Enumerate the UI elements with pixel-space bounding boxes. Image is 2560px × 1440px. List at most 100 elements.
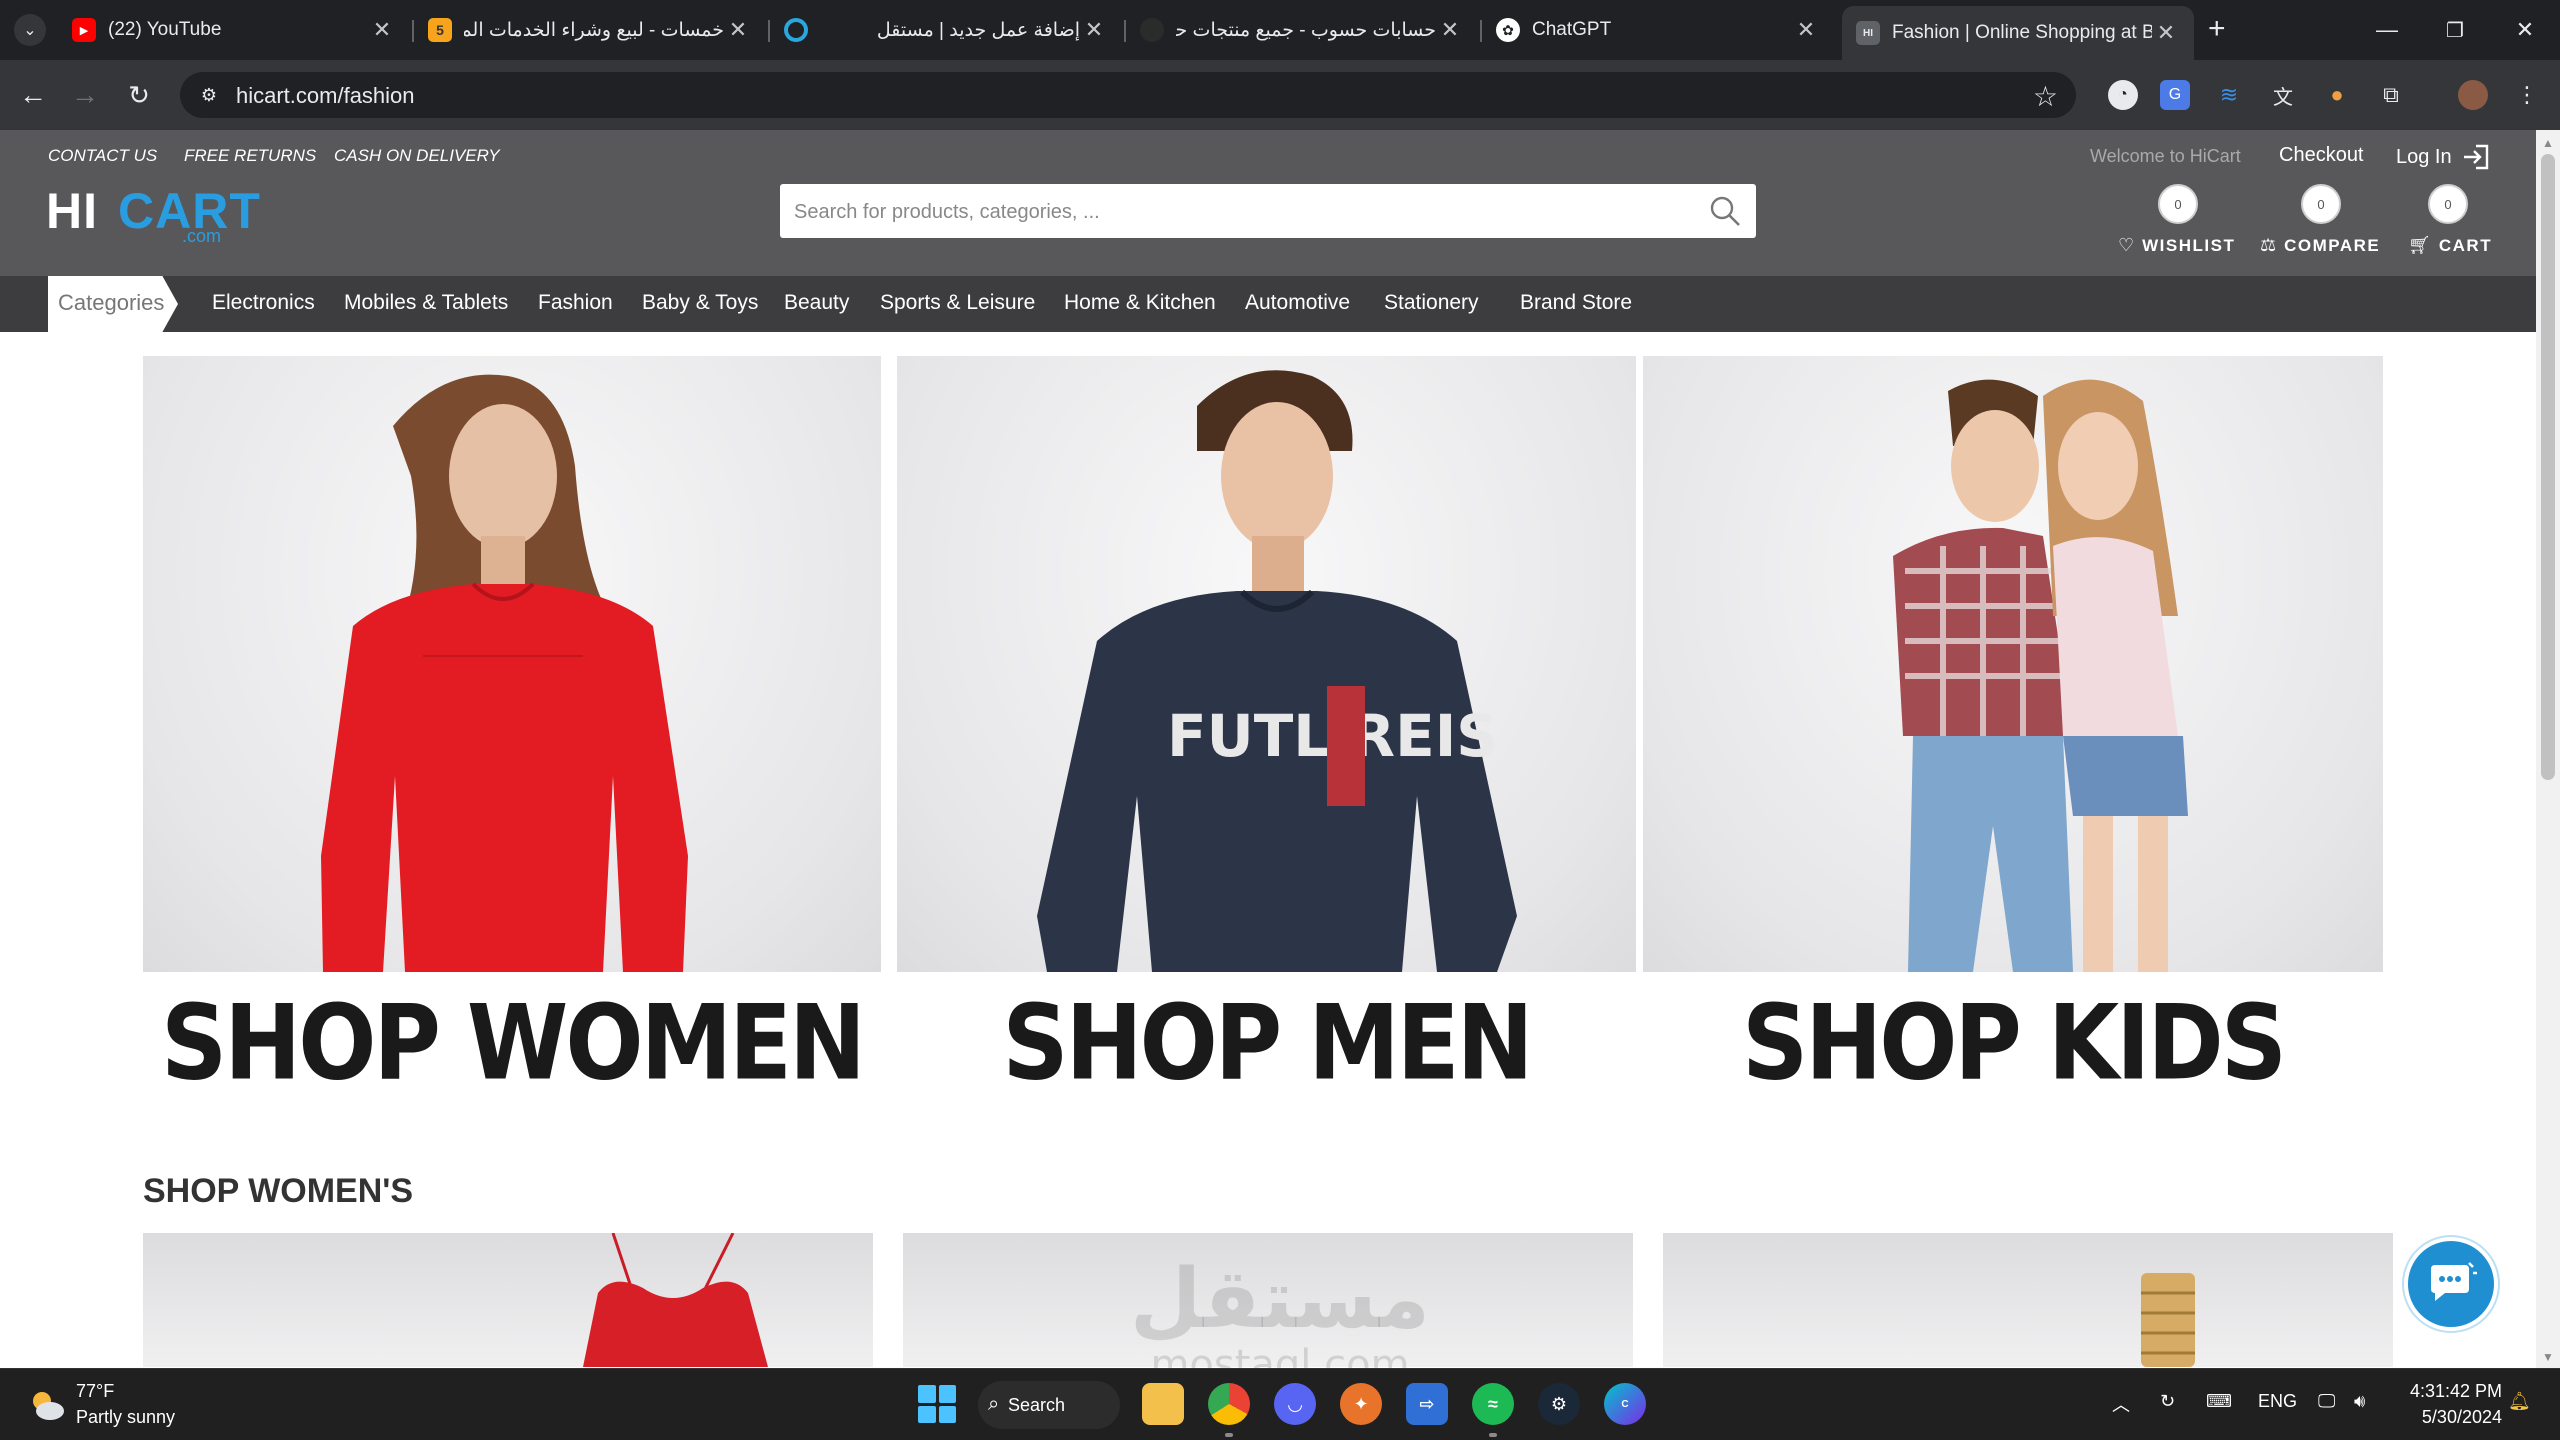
live-chat-button[interactable] bbox=[2404, 1237, 2498, 1331]
extension-tickets-icon[interactable]: ≋ bbox=[2214, 80, 2244, 110]
browser-toolbar: ← → ↻ ⚙ hicart.com/fashion ☆ ◔ G ≋ 文 ● ⧉… bbox=[0, 60, 2560, 130]
login-link[interactable]: Log In bbox=[2396, 144, 2490, 170]
tab-close-icon[interactable]: ✕ bbox=[1080, 17, 1108, 43]
forward-arrow-icon[interactable]: → bbox=[66, 76, 104, 114]
fl-studio-icon[interactable]: ✦ bbox=[1340, 1383, 1382, 1425]
shop-kids-image[interactable] bbox=[1643, 356, 2383, 972]
cash-on-delivery-link[interactable]: CASH ON DELIVERY bbox=[334, 146, 500, 166]
tab-close-icon[interactable]: ✕ bbox=[1792, 17, 1820, 43]
browser-menu-icon[interactable]: ⋮ bbox=[2512, 80, 2542, 110]
logo-com-text: .com bbox=[182, 226, 222, 246]
nav-sports-leisure[interactable]: Sports & Leisure bbox=[880, 291, 1035, 315]
login-label: Log In bbox=[2396, 145, 2452, 168]
nav-home-kitchen[interactable]: Home & Kitchen bbox=[1064, 291, 1216, 315]
scroll-thumb[interactable] bbox=[2541, 154, 2555, 780]
back-arrow-icon[interactable]: ← bbox=[14, 76, 52, 114]
shop-women-caption[interactable]: SHOP WOMEN bbox=[143, 983, 881, 1106]
free-returns-link[interactable]: FREE RETURNS bbox=[184, 146, 316, 166]
keyboard-icon[interactable]: ⌨ bbox=[2206, 1391, 2232, 1412]
tab-close-icon[interactable]: ✕ bbox=[368, 17, 396, 43]
profile-avatar[interactable] bbox=[2458, 80, 2488, 110]
remote-desktop-icon[interactable]: ⇨ bbox=[1406, 1383, 1448, 1425]
reload-icon[interactable]: ↻ bbox=[120, 76, 158, 114]
network-icon[interactable]: 🖵︎ bbox=[2318, 1391, 2335, 1412]
tray-overflow-chevron-icon[interactable]: ︿ bbox=[2112, 1391, 2130, 1417]
shop-kids-caption[interactable]: SHOP KIDS bbox=[1643, 983, 2383, 1106]
discord-icon[interactable]: ◡ bbox=[1274, 1383, 1316, 1425]
address-url[interactable]: hicart.com/fashion bbox=[236, 83, 415, 109]
browser-tab-youtube[interactable]: ▶ (22) YouTube ✕ bbox=[58, 8, 410, 52]
checkout-link[interactable]: Checkout bbox=[2279, 144, 2364, 167]
nav-fashion[interactable]: Fashion bbox=[538, 291, 613, 315]
product-card[interactable] bbox=[143, 1233, 873, 1367]
extension-translate-icon[interactable]: G bbox=[2160, 80, 2190, 110]
nav-baby-toys[interactable]: Baby & Toys bbox=[642, 291, 758, 315]
browser-tab-chatgpt[interactable]: ✿ ChatGPT ✕ bbox=[1482, 8, 1834, 52]
taskbar-search-button[interactable]: ⌕ Search bbox=[978, 1381, 1120, 1429]
extension-timer-icon[interactable]: ◔ bbox=[2108, 80, 2138, 110]
mostaql-icon bbox=[784, 18, 808, 42]
browser-tab-hsoub[interactable]: حسابات حسوب - جميع منتجات حسوب ✕ bbox=[1126, 8, 1478, 52]
nav-brand-store[interactable]: Brand Store bbox=[1520, 291, 1632, 315]
canva-icon[interactable]: C bbox=[1604, 1383, 1646, 1425]
steam-icon[interactable]: ⚙ bbox=[1538, 1383, 1580, 1425]
restore-icon[interactable]: ❐ bbox=[2420, 8, 2490, 52]
scroll-up-icon[interactable]: ▲ bbox=[2542, 136, 2554, 150]
input-language[interactable]: ENG bbox=[2258, 1391, 2297, 1412]
volume-icon[interactable]: 🔊︎ bbox=[2354, 1391, 2365, 1412]
windows-start-icon[interactable] bbox=[918, 1385, 956, 1423]
spotify-icon[interactable]: ≈ bbox=[1472, 1383, 1514, 1425]
chatgpt-icon: ✿ bbox=[1496, 18, 1520, 42]
product-card[interactable] bbox=[1663, 1233, 2393, 1367]
browser-tab-khamsat[interactable]: 5 خمسات - لبيع وشراء الخدمات المصغرة ✕ bbox=[414, 8, 766, 52]
new-tab-plus-icon[interactable]: + bbox=[2208, 12, 2226, 46]
cart-link[interactable]: 🛒︎ CART bbox=[2408, 235, 2492, 256]
bookmark-star-icon[interactable]: ☆ bbox=[2033, 80, 2058, 113]
scroll-down-icon[interactable]: ▼ bbox=[2542, 1350, 2554, 1364]
clock-time[interactable]: 4:31:42 PM bbox=[2406, 1381, 2502, 1402]
browser-tab-hicart[interactable]: HI Fashion | Online Shopping at Best Pri… bbox=[1842, 6, 2194, 60]
cart-count-badge: 0 bbox=[2428, 184, 2468, 224]
extension-translator-icon[interactable]: 文 bbox=[2268, 80, 2298, 110]
page-scrollbar[interactable]: ▲ ▼ bbox=[2536, 130, 2560, 1368]
nav-beauty[interactable]: Beauty bbox=[784, 291, 849, 315]
shop-men-image[interactable]: FUTL REIS bbox=[897, 356, 1636, 972]
tab-close-icon[interactable]: ✕ bbox=[724, 17, 752, 43]
clock-date[interactable]: 5/30/2024 bbox=[2406, 1407, 2502, 1428]
chrome-icon[interactable] bbox=[1208, 1383, 1250, 1425]
tab-close-icon[interactable]: ✕ bbox=[2152, 20, 2180, 46]
tab-search-chevron-icon[interactable]: ⌄ bbox=[14, 14, 46, 46]
contact-us-link[interactable]: CONTACT US bbox=[48, 146, 157, 166]
weather-temperature[interactable]: 77°F bbox=[76, 1381, 114, 1402]
extension-honey-icon[interactable]: ● bbox=[2322, 80, 2352, 110]
nav-mobiles-tablets[interactable]: Mobiles & Tablets bbox=[344, 291, 508, 315]
hicart-logo[interactable]: HI CART .com bbox=[46, 182, 260, 252]
nav-automotive[interactable]: Automotive bbox=[1245, 291, 1350, 315]
tab-close-icon[interactable]: ✕ bbox=[1436, 17, 1464, 43]
weather-description[interactable]: Partly sunny bbox=[76, 1407, 175, 1428]
nav-electronics[interactable]: Electronics bbox=[212, 291, 315, 315]
window-close-icon[interactable]: ✕ bbox=[2490, 8, 2560, 52]
notification-bell-icon[interactable]: 🔔︎ bbox=[2508, 1391, 2531, 1412]
spotify-running-indicator bbox=[1489, 1433, 1497, 1437]
sync-icon[interactable]: ↻ bbox=[2160, 1391, 2175, 1412]
minimize-icon[interactable]: — bbox=[2352, 8, 2422, 52]
heart-icon: ♡ bbox=[2118, 235, 2135, 255]
file-explorer-icon[interactable] bbox=[1142, 1383, 1184, 1425]
chrome-running-indicator bbox=[1225, 1433, 1233, 1437]
browser-tab-mostaql[interactable]: إضافة عمل جديد | مستقل ✕ bbox=[770, 8, 1122, 52]
nav-stationery[interactable]: Stationery bbox=[1384, 291, 1479, 315]
partly-sunny-icon[interactable] bbox=[26, 1387, 66, 1423]
wishlist-link[interactable]: ♡ WISHLIST bbox=[2118, 235, 2235, 256]
shop-women-image[interactable] bbox=[143, 356, 881, 972]
extensions-puzzle-icon[interactable]: ⧉ bbox=[2376, 80, 2406, 110]
shop-men-caption[interactable]: SHOP MEN bbox=[897, 983, 1636, 1106]
welcome-text: Welcome to HiCart bbox=[2090, 146, 2241, 166]
address-bar[interactable]: ⚙ hicart.com/fashion ☆ bbox=[180, 72, 2076, 118]
search-icon[interactable] bbox=[1708, 194, 1742, 228]
categories-dropdown[interactable]: Categories bbox=[48, 276, 178, 332]
wishlist-label: WISHLIST bbox=[2142, 235, 2236, 255]
search-input[interactable] bbox=[794, 199, 1694, 225]
compare-link[interactable]: ⚖ COMPARE bbox=[2260, 235, 2380, 256]
site-settings-icon[interactable]: ⚙ bbox=[196, 82, 222, 108]
